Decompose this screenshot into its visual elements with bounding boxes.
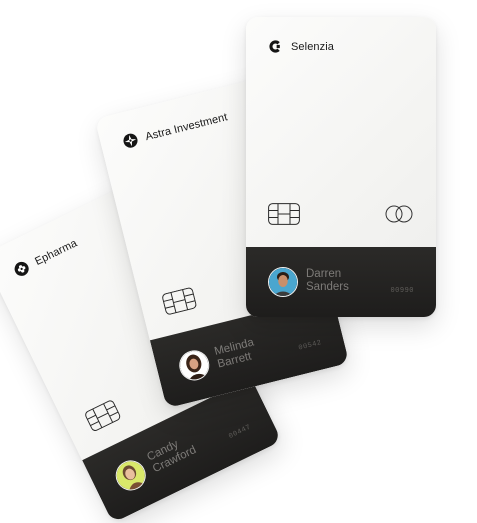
card-face: Selenzia — [246, 17, 436, 245]
brand-name: Selenzia — [291, 40, 334, 53]
flower-mark-icon — [14, 261, 29, 276]
holder-name: Candy Crawford — [145, 438, 199, 476]
avatar — [110, 455, 151, 496]
avatar — [176, 347, 213, 384]
card-holder-strip: Darren Sanders 00990 — [246, 247, 436, 317]
brand-name: Astra Investment — [144, 110, 229, 143]
holder-name: Darren Sanders — [306, 268, 349, 293]
card-brand: Selenzia — [268, 39, 334, 54]
card-stack: Epharma Candy Crawford 00447 Astra Inves… — [0, 0, 477, 523]
c-mark-icon — [269, 40, 280, 53]
chip-icon — [85, 400, 121, 431]
holder-name: Melinda Barrett — [213, 336, 256, 371]
card-number: 00542 — [297, 339, 323, 353]
card-brand: Astra Investment — [121, 109, 229, 149]
card-network-icon — [385, 205, 413, 223]
card-number: 00447 — [227, 423, 253, 441]
chip-icon — [268, 203, 300, 225]
card-selenzia[interactable]: Selenzia Darren Sanders 00990 — [246, 17, 436, 317]
compass-star-icon — [123, 133, 138, 148]
brand-name: Epharma — [32, 236, 79, 268]
chip-icon — [162, 287, 197, 315]
card-brand: Epharma — [12, 235, 80, 278]
card-number: 00990 — [390, 287, 414, 295]
avatar — [268, 267, 298, 297]
